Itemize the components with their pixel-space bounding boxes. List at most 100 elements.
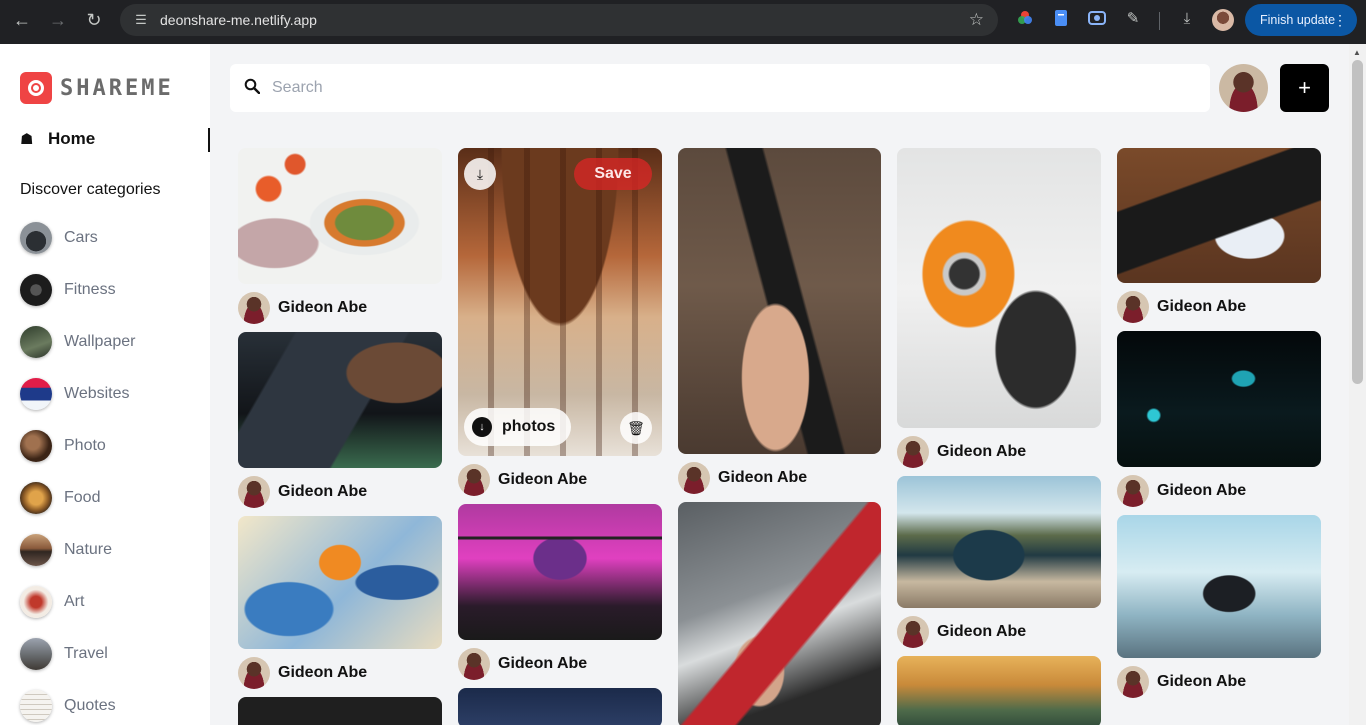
- pin-image[interactable]: [1117, 331, 1321, 467]
- back-icon[interactable]: ←: [4, 2, 40, 38]
- pin-image[interactable]: [238, 148, 442, 284]
- pin-author[interactable]: Gideon Abe: [678, 462, 807, 494]
- delete-button[interactable]: 🗑: [620, 412, 652, 444]
- pin-author[interactable]: Gideon Abe: [238, 657, 367, 689]
- category-thumb: [20, 586, 52, 618]
- pin-image[interactable]: [458, 504, 662, 640]
- category-label: Websites: [64, 385, 130, 402]
- author-avatar[interactable]: [1117, 291, 1149, 323]
- author-avatar[interactable]: [1117, 666, 1149, 698]
- pin-image[interactable]: [1117, 515, 1321, 658]
- sidebar: SHAREME ☗ Home Discover categories Cars …: [0, 44, 210, 725]
- author-name[interactable]: Gideon Abe: [937, 623, 1026, 641]
- user-avatar[interactable]: [1219, 64, 1268, 112]
- reload-icon[interactable]: ↻: [76, 2, 112, 38]
- search-input[interactable]: [272, 79, 1172, 97]
- search-bar[interactable]: [230, 64, 1210, 112]
- author-avatar[interactable]: [678, 462, 710, 494]
- author-name[interactable]: Gideon Abe: [1157, 298, 1246, 316]
- pin-image[interactable]: [678, 502, 881, 725]
- pin-author[interactable]: Gideon Abe: [458, 648, 587, 680]
- sidebar-item-food[interactable]: Food: [20, 481, 100, 515]
- sidebar-item-wallpaper[interactable]: Wallpaper: [20, 325, 135, 359]
- author-avatar[interactable]: [458, 648, 490, 680]
- active-indicator: [208, 128, 210, 152]
- pin-author[interactable]: Gideon Abe: [458, 464, 587, 496]
- screen-extension-icon[interactable]: [1087, 8, 1107, 28]
- category-label: Fitness: [64, 281, 116, 298]
- pin-author[interactable]: Gideon Abe: [897, 616, 1026, 648]
- forward-icon[interactable]: →: [40, 2, 76, 38]
- pin-image[interactable]: [238, 697, 442, 725]
- downloads-icon[interactable]: ⤓: [1177, 8, 1197, 28]
- sidebar-item-cars[interactable]: Cars: [20, 221, 98, 255]
- author-name[interactable]: Gideon Abe: [1157, 673, 1246, 691]
- pin-image[interactable]: [238, 332, 442, 468]
- author-name[interactable]: Gideon Abe: [1157, 482, 1246, 500]
- color-extension-icon[interactable]: [1015, 8, 1035, 28]
- pin-image[interactable]: [897, 656, 1101, 725]
- sidebar-item-quotes[interactable]: Quotes: [20, 689, 116, 723]
- author-name[interactable]: Gideon Abe: [498, 471, 587, 489]
- pin-author[interactable]: Gideon Abe: [1117, 291, 1246, 323]
- sidebar-item-art[interactable]: Art: [20, 585, 84, 619]
- arrow-down-circle-icon: ↓: [472, 417, 492, 437]
- sidebar-item-nature[interactable]: Nature: [20, 533, 112, 567]
- home-label: Home: [48, 129, 96, 148]
- author-name[interactable]: Gideon Abe: [278, 664, 367, 682]
- author-avatar[interactable]: [238, 657, 270, 689]
- download-button[interactable]: ⤓: [464, 158, 496, 190]
- author-avatar[interactable]: [897, 436, 929, 468]
- pin-image-hovered[interactable]: ⤓ Save ↓ photos 🗑: [458, 148, 662, 456]
- trash-icon: 🗑: [627, 419, 645, 436]
- pin-image[interactable]: [897, 148, 1101, 428]
- save-button[interactable]: Save: [574, 158, 652, 190]
- pin-image[interactable]: [458, 688, 662, 725]
- bookmark-star-icon[interactable]: ☆: [969, 10, 984, 30]
- home-icon: ☗: [20, 131, 34, 148]
- destination-link[interactable]: ↓ photos: [464, 408, 572, 446]
- more-menu-icon[interactable]: ⋮: [1333, 12, 1347, 29]
- create-pin-button[interactable]: +: [1280, 64, 1329, 112]
- finish-update-button[interactable]: Finish update ⋮: [1245, 4, 1357, 36]
- address-bar[interactable]: ☰ deonshare-me.netlify.app ☆: [120, 4, 998, 36]
- author-name[interactable]: Gideon Abe: [278, 483, 367, 501]
- pin-author[interactable]: Gideon Abe: [238, 292, 367, 324]
- pin-image[interactable]: [1117, 148, 1321, 283]
- site-settings-icon[interactable]: ☰: [124, 12, 158, 28]
- author-avatar[interactable]: [1117, 475, 1149, 507]
- author-name[interactable]: Gideon Abe: [498, 655, 587, 673]
- page-scrollbar[interactable]: ▲: [1349, 44, 1366, 725]
- category-thumb: [20, 274, 52, 306]
- pin-author[interactable]: Gideon Abe: [897, 436, 1026, 468]
- camera-logo-icon: [20, 72, 52, 104]
- pin-author[interactable]: Gideon Abe: [1117, 475, 1246, 507]
- extensions-puzzle-icon[interactable]: ✎: [1123, 8, 1143, 28]
- author-avatar[interactable]: [897, 616, 929, 648]
- discover-heading: Discover categories: [20, 181, 161, 198]
- pin-image[interactable]: [678, 148, 881, 454]
- logo[interactable]: SHAREME: [20, 72, 174, 104]
- pin-author[interactable]: Gideon Abe: [238, 476, 367, 508]
- sidebar-item-travel[interactable]: Travel: [20, 637, 108, 671]
- scroll-up-icon[interactable]: ▲: [1353, 48, 1361, 57]
- sidebar-item-home[interactable]: ☗ Home: [0, 124, 210, 154]
- author-name[interactable]: Gideon Abe: [278, 299, 367, 317]
- finish-update-label: Finish update: [1260, 13, 1336, 27]
- address-url[interactable]: deonshare-me.netlify.app: [160, 12, 317, 28]
- author-avatar[interactable]: [238, 476, 270, 508]
- category-label: Wallpaper: [64, 333, 136, 350]
- author-avatar[interactable]: [458, 464, 490, 496]
- author-name[interactable]: Gideon Abe: [718, 469, 807, 487]
- author-avatar[interactable]: [238, 292, 270, 324]
- scroll-thumb[interactable]: [1352, 60, 1363, 384]
- pin-image[interactable]: [238, 516, 442, 649]
- pin-author[interactable]: Gideon Abe: [1117, 666, 1246, 698]
- sidebar-item-websites[interactable]: Websites: [20, 377, 130, 411]
- author-name[interactable]: Gideon Abe: [937, 443, 1026, 461]
- profile-avatar[interactable]: [1212, 9, 1234, 31]
- docs-extension-icon[interactable]: [1051, 8, 1071, 28]
- sidebar-item-fitness[interactable]: Fitness: [20, 273, 116, 307]
- sidebar-item-photo[interactable]: Photo: [20, 429, 106, 463]
- pin-image[interactable]: [897, 476, 1101, 608]
